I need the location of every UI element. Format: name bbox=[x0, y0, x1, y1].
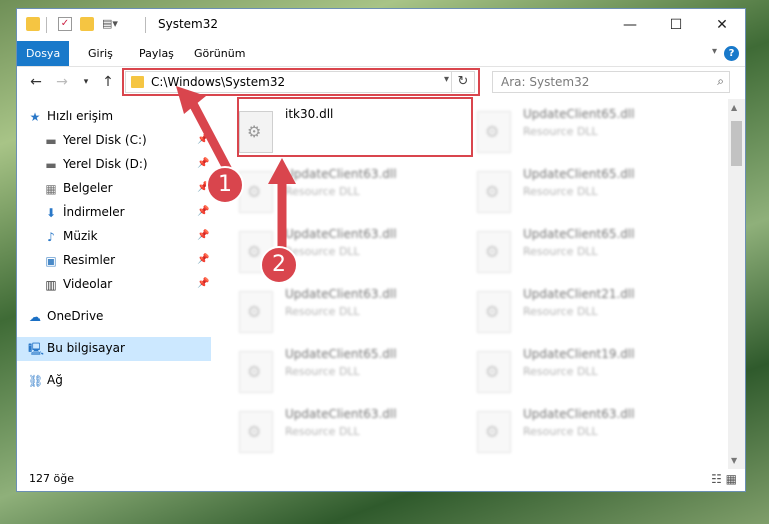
annotation-arrows bbox=[176, 86, 296, 253]
arrow-1-head bbox=[176, 86, 206, 114]
step-marker-1: 1 bbox=[206, 166, 244, 204]
step-marker-2: 2 bbox=[260, 246, 298, 284]
arrow-2-head bbox=[268, 158, 296, 184]
arrow-1-shaft bbox=[185, 93, 233, 175]
